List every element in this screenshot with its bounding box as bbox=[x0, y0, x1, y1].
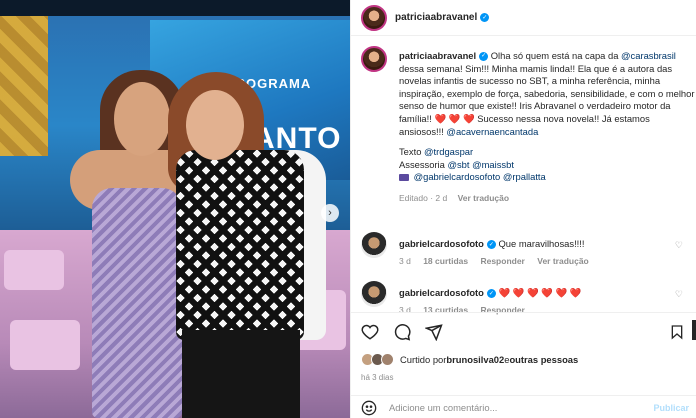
share-icon[interactable] bbox=[425, 323, 443, 341]
comment-meta: 3 d 18 curtidas Responder Ver tradução bbox=[399, 256, 599, 266]
heart-icon[interactable]: ♡ bbox=[675, 289, 683, 300]
liked-others[interactable]: outras pessoas bbox=[509, 354, 578, 365]
bookmark-icon[interactable] bbox=[669, 323, 685, 341]
caption-text: Olha só quem está na capa da bbox=[490, 50, 622, 61]
comment-text: Que maravilhosas!!!! bbox=[498, 238, 585, 249]
person-2-face bbox=[186, 90, 244, 160]
comment-text: ❤️ ❤️ ❤️ ❤️ ❤️ ❤️ bbox=[498, 287, 582, 298]
verified-badge-icon: ✓ bbox=[480, 13, 490, 22]
person-2-pants bbox=[182, 330, 300, 418]
comment-age: 3 d bbox=[399, 256, 411, 266]
post-author-username[interactable]: patriciaabravanel bbox=[395, 12, 477, 23]
credit-label: Assessoria bbox=[399, 158, 448, 170]
comment-likes-link[interactable]: 18 curtidas bbox=[423, 256, 468, 266]
decor-cubes bbox=[0, 16, 48, 156]
heart-emojis: ❤️ ❤️ ❤️ bbox=[434, 112, 475, 124]
caption-meta: Editado · 2 d Ver tradução bbox=[399, 192, 696, 205]
caption-body: patriciaabravanel ✓ Olha só quem está na … bbox=[399, 50, 696, 205]
seat bbox=[10, 320, 80, 370]
mention-link[interactable]: @gabrielcardosofoto bbox=[414, 171, 501, 182]
verified-badge-icon: ✓ bbox=[486, 289, 496, 299]
avatar bbox=[381, 353, 394, 366]
comment-icon[interactable] bbox=[393, 323, 411, 341]
mention-link[interactable]: @trdgaspar bbox=[424, 146, 473, 157]
comment-username[interactable]: gabrielcardosofoto bbox=[399, 238, 484, 249]
reply-button[interactable]: Responder bbox=[480, 256, 524, 266]
mention-link[interactable]: @maissbt bbox=[472, 159, 514, 170]
comment-username[interactable]: gabrielcardosofoto bbox=[399, 287, 484, 298]
avatar[interactable] bbox=[361, 46, 387, 72]
scrollbar[interactable] bbox=[692, 320, 696, 340]
mention-link[interactable]: @acavernaencantada bbox=[446, 126, 538, 137]
mention-link[interactable]: @rpallatta bbox=[503, 171, 546, 182]
person-1-sequin-dress bbox=[92, 188, 182, 418]
avatar[interactable] bbox=[361, 281, 387, 307]
verified-badge-icon: ✓ bbox=[479, 52, 489, 62]
liked-user[interactable]: brunosilva02 bbox=[446, 354, 504, 365]
edited-time: Editado · 2 d bbox=[399, 192, 448, 203]
camera-emoji-icon bbox=[399, 174, 409, 182]
person-1-face bbox=[114, 82, 170, 156]
credit-label: Texto bbox=[399, 146, 425, 158]
post-header: patriciaabravanel ✓ bbox=[351, 0, 696, 36]
see-translation-link[interactable]: Ver tradução bbox=[458, 193, 510, 203]
post-timestamp[interactable]: há 3 dias bbox=[361, 373, 393, 382]
studio-lights bbox=[0, 0, 350, 16]
heart-icon[interactable]: ♡ bbox=[675, 240, 683, 251]
mention-link[interactable]: @sbt bbox=[447, 159, 469, 170]
liked-prefix: Curtido por bbox=[400, 354, 447, 365]
heart-icon[interactable] bbox=[361, 323, 379, 341]
seat bbox=[4, 250, 64, 290]
comment-body: gabrielcardosofoto ✓ Que maravilhosas!!!! bbox=[399, 238, 669, 250]
avatar[interactable] bbox=[361, 4, 387, 31]
person-2-houndstooth-vest bbox=[176, 150, 304, 340]
comment-input-row: Publicar bbox=[351, 395, 696, 418]
liked-by[interactable]: Curtido por brunosilva02 e outras pessoa… bbox=[361, 353, 578, 366]
emoji-icon[interactable] bbox=[361, 400, 377, 416]
comment-input[interactable] bbox=[389, 402, 639, 413]
post-photo[interactable]: PROGRAMA O SANTO › bbox=[0, 0, 350, 418]
avatar[interactable] bbox=[361, 232, 387, 258]
liked-by-avatars bbox=[361, 353, 394, 366]
post-actions: Curtido por brunosilva02 e outras pessoa… bbox=[351, 312, 696, 418]
comment-body: gabrielcardosofoto ✓ ❤️ ❤️ ❤️ ❤️ ❤️ ❤️ bbox=[399, 287, 669, 299]
mention-link[interactable]: @carasbrasil bbox=[621, 50, 676, 61]
post-sidebar: patriciaabravanel ✓ patriciaabravanel ✓ O… bbox=[350, 0, 696, 418]
caption-username[interactable]: patriciaabravanel bbox=[399, 50, 476, 61]
chevron-right-icon[interactable]: › bbox=[321, 204, 339, 222]
verified-badge-icon: ✓ bbox=[486, 240, 496, 250]
publish-button[interactable]: Publicar bbox=[653, 403, 689, 413]
action-icons bbox=[361, 323, 443, 341]
see-translation-link[interactable]: Ver tradução bbox=[537, 256, 589, 266]
